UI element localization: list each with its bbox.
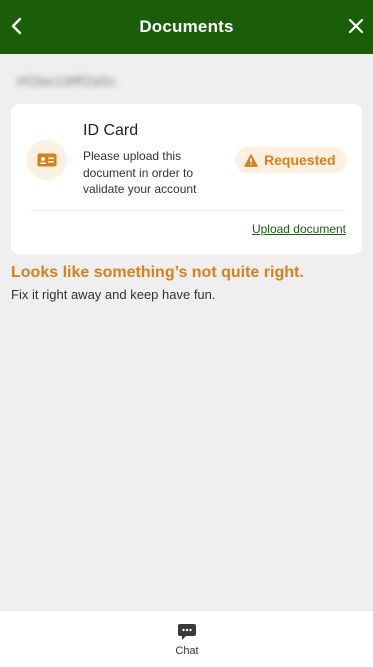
warning-icon: [244, 153, 258, 167]
account-id: #f2be19fff2a5c: [17, 73, 117, 89]
document-description: Please upload this document in order to …: [83, 149, 197, 196]
alert-subtitle: Fix it right away and keep have fun.: [11, 287, 216, 302]
status-text: Requested: [264, 152, 336, 168]
page-title: Documents: [139, 17, 234, 36]
chevron-left-icon: [11, 17, 22, 35]
alert-title: Looks like something’s not quite right.: [11, 264, 304, 281]
status-badge: Requested: [235, 147, 347, 173]
back-button[interactable]: [1, 10, 33, 42]
app-header: Documents: [0, 0, 373, 54]
close-icon: [348, 18, 364, 34]
chat-label: Chat: [175, 645, 199, 657]
upload-document-link[interactable]: Upload document: [252, 222, 346, 236]
document-icon-badge: [27, 140, 67, 180]
chat-bubble-icon: [178, 624, 196, 640]
bottom-bar: Chat: [0, 610, 373, 667]
id-card-icon: [37, 153, 57, 167]
chat-button[interactable]: Chat: [166, 623, 208, 663]
document-title: ID Card: [83, 122, 139, 139]
document-card: ID Card Please upload this document in o…: [11, 104, 362, 254]
card-divider: [31, 210, 346, 211]
close-button[interactable]: [340, 10, 372, 42]
